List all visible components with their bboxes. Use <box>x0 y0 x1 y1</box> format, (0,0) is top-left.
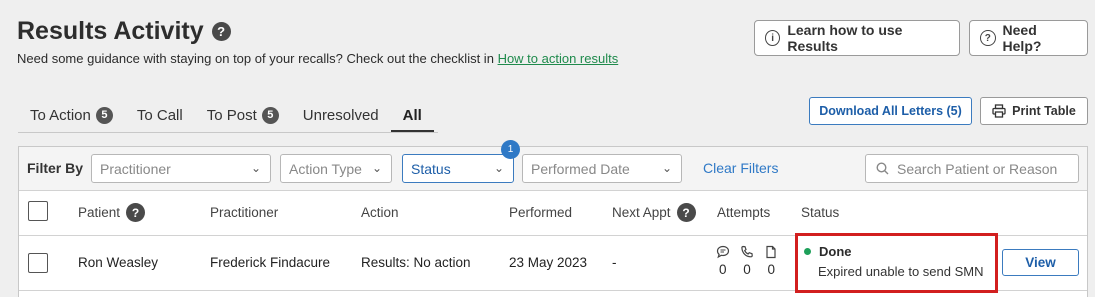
print-table-label: Print Table <box>1012 104 1076 118</box>
tab-label: To Action <box>30 106 91 124</box>
status-cell-highlight: Done Expired unable to send SMN <box>795 233 998 293</box>
column-label: Patient <box>78 205 121 220</box>
info-icon: i <box>765 30 781 46</box>
call-attempts: 0 <box>743 262 751 277</box>
status-dot-icon <box>804 248 811 255</box>
page-title: Results Activity ? <box>17 17 231 46</box>
column-label: Next Appt <box>612 205 671 220</box>
need-help-button[interactable]: ? Need Help? <box>969 20 1088 56</box>
chevron-down-icon: ⌄ <box>250 161 261 175</box>
col-status[interactable]: Status <box>801 205 839 220</box>
printer-icon <box>992 104 1006 118</box>
tab-label: To Post <box>206 106 257 124</box>
col-action[interactable]: Action <box>361 205 399 220</box>
search-placeholder: Search Patient or Reason <box>897 160 1058 177</box>
row-checkbox[interactable] <box>28 253 48 273</box>
clear-filters-link[interactable]: Clear Filters <box>703 160 778 176</box>
action-type-select[interactable]: Action Type ⌄ <box>280 154 392 183</box>
select-all-checkbox[interactable] <box>28 201 48 221</box>
tabs-divider <box>18 132 438 133</box>
tab-to-call[interactable]: To Call <box>125 98 195 132</box>
tab-label: Unresolved <box>302 106 379 124</box>
count-badge: 5 <box>95 106 113 124</box>
chevron-down-icon: ⌄ <box>493 161 504 175</box>
learn-results-button[interactable]: i Learn how to use Results <box>754 20 960 56</box>
attempts-cell: 0 0 0 <box>716 245 778 277</box>
select-placeholder: Action Type <box>289 160 362 177</box>
performed-date: 23 May 2023 <box>509 255 588 270</box>
col-practitioner[interactable]: Practitioner <box>210 205 278 220</box>
tab-to-post[interactable]: To Post 5 <box>195 98 291 132</box>
status-badge: Done <box>804 244 852 259</box>
phone-icon <box>741 245 753 258</box>
select-placeholder: Performed Date <box>531 160 630 177</box>
search-icon <box>876 162 889 175</box>
view-button[interactable]: View <box>1002 249 1079 276</box>
action-text: Results: No action <box>361 255 471 270</box>
filter-bar: Filter By Practitioner ⌄ Action Type ⌄ S… <box>19 140 1087 191</box>
status-filter-count-badge: 1 <box>501 140 520 159</box>
page-title-text: Results Activity <box>17 17 204 45</box>
tab-label: All <box>402 106 422 124</box>
select-placeholder: Status <box>411 160 451 177</box>
search-input[interactable]: Search Patient or Reason <box>865 154 1079 183</box>
how-to-action-results-link[interactable]: How to action results <box>498 51 619 66</box>
table-row[interactable]: Ron Weasley Frederick Findacure Results:… <box>19 233 1087 293</box>
practitioner-name: Frederick Findacure <box>210 255 331 270</box>
practitioner-select[interactable]: Practitioner ⌄ <box>91 154 271 183</box>
chevron-down-icon: ⌄ <box>371 161 382 175</box>
help-icon[interactable]: ? <box>676 203 696 222</box>
need-help-label: Need Help? <box>1002 22 1042 54</box>
select-placeholder: Practitioner <box>100 160 171 177</box>
col-performed[interactable]: Performed <box>509 205 572 220</box>
results-tabs: To Action 5 To Call To Post 5 Unresolved… <box>18 98 434 133</box>
count-badge: 5 <box>261 106 279 124</box>
performed-date-select[interactable]: Performed Date ⌄ <box>522 154 682 183</box>
tab-unresolved[interactable]: Unresolved <box>291 98 391 132</box>
status-detail: Expired unable to send SMN <box>818 264 984 279</box>
tab-all[interactable]: All <box>390 98 434 133</box>
chevron-down-icon: ⌄ <box>661 161 672 175</box>
col-patient[interactable]: Patient ? <box>78 203 146 222</box>
learn-results-label: Learn how to use Results <box>787 22 903 54</box>
help-icon[interactable]: ? <box>126 203 146 222</box>
letter-attempts: 0 <box>767 262 775 277</box>
table-header: Patient ? Practitioner Action Performed … <box>19 191 1087 236</box>
download-all-letters-button[interactable]: Download All Letters (5) <box>809 97 972 125</box>
subtitle-text: Need some guidance with staying on top o… <box>17 51 494 66</box>
filter-by-label: Filter By <box>27 160 84 176</box>
question-icon: ? <box>980 30 996 46</box>
tab-label: To Call <box>136 106 183 124</box>
next-appt-value: - <box>612 255 617 270</box>
letter-icon <box>766 245 776 259</box>
col-attempts: Attempts <box>717 205 771 220</box>
print-table-button[interactable]: Print Table <box>980 97 1088 125</box>
results-table-panel: Filter By Practitioner ⌄ Action Type ⌄ S… <box>18 140 1088 297</box>
sms-attempts: 0 <box>719 262 727 277</box>
status-select[interactable]: Status ⌄ <box>402 154 514 183</box>
sms-icon <box>716 245 730 259</box>
col-next-appt[interactable]: Next Appt ? <box>612 203 696 222</box>
help-icon[interactable]: ? <box>211 22 231 41</box>
tab-to-action[interactable]: To Action 5 <box>18 98 125 132</box>
status-text: Done <box>819 244 852 259</box>
patient-name: Ron Weasley <box>78 255 159 270</box>
page-subtitle: Need some guidance with staying on top o… <box>17 51 618 66</box>
